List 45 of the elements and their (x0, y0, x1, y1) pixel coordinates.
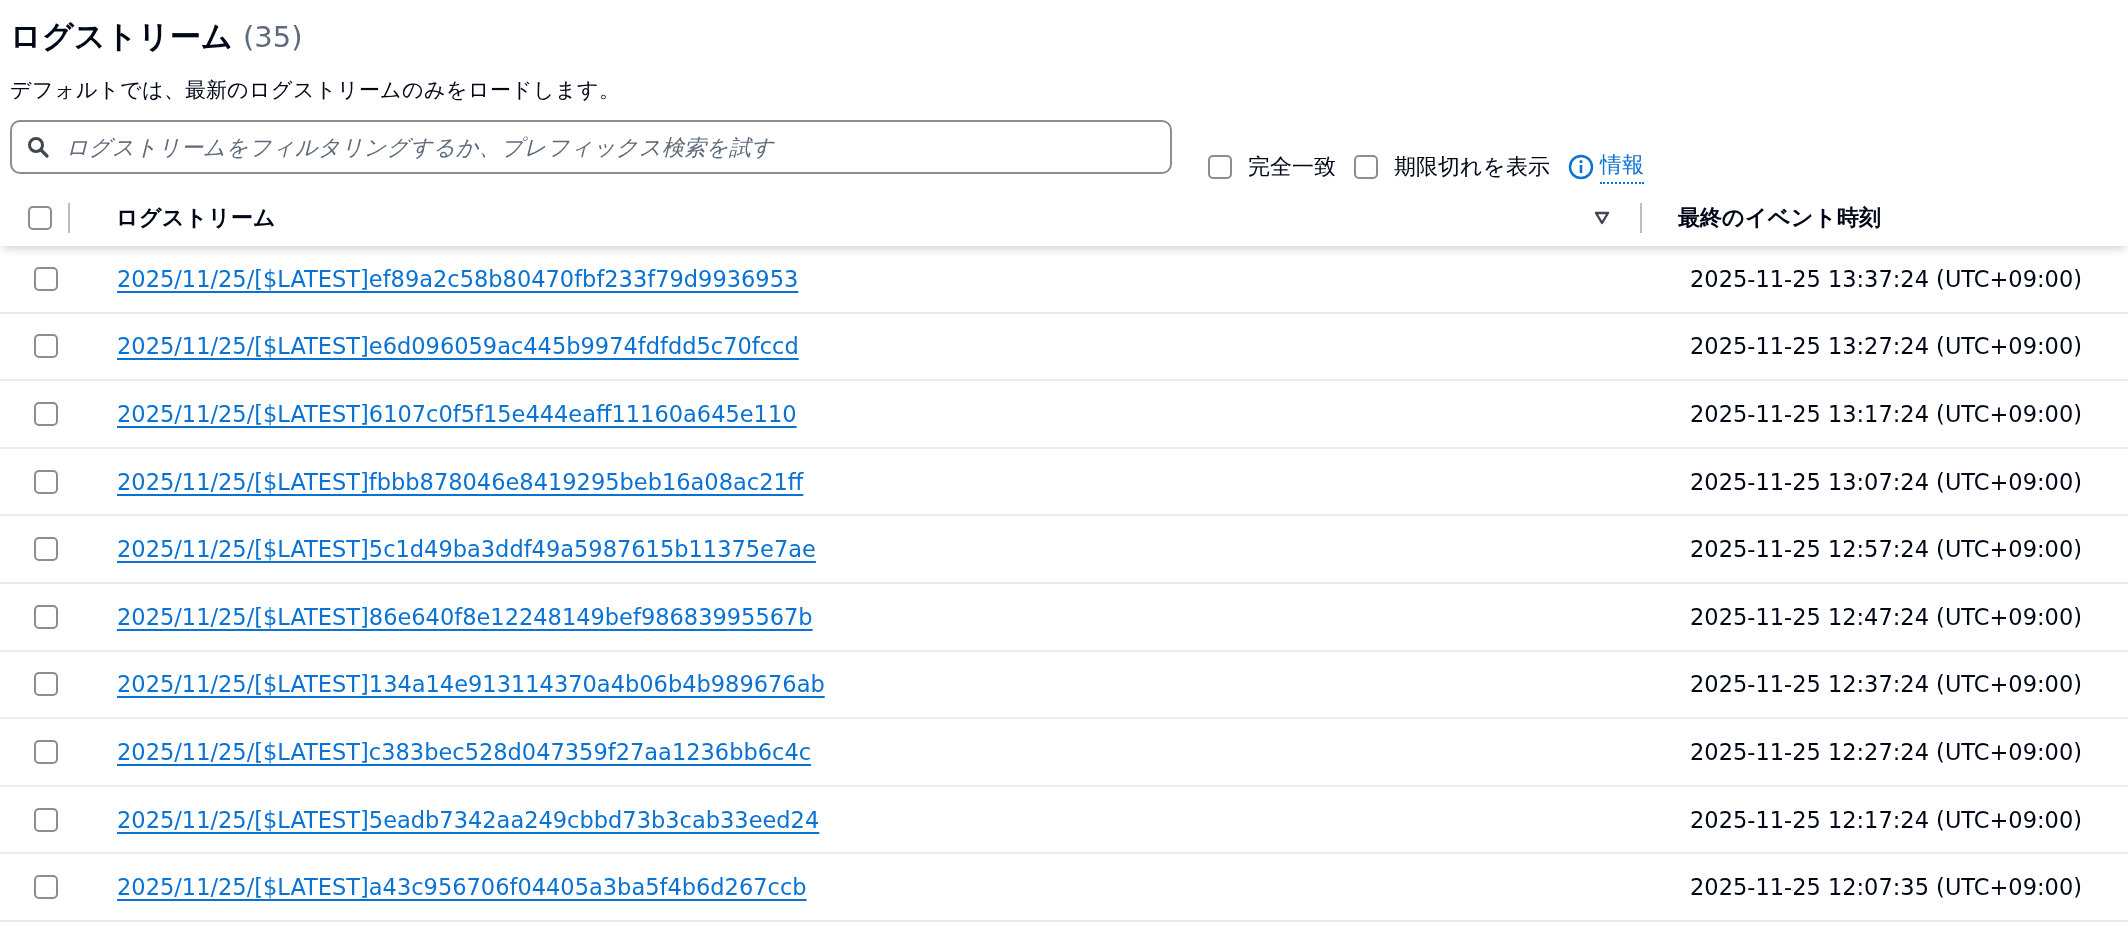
log-stream-link[interactable]: 2025/11/25/[$LATEST]5c1d49ba3ddf49a5987615b11375e7ae (117, 536, 816, 563)
option-label: 完全一致 (1248, 153, 1336, 181)
info-link[interactable]: 情報 (1600, 150, 1644, 184)
row-checkbox[interactable] (34, 739, 58, 764)
row-checkbox[interactable] (34, 604, 58, 629)
select-all-checkbox[interactable] (28, 206, 52, 230)
checkbox[interactable] (1208, 155, 1232, 179)
stream-count: (35) (243, 20, 303, 54)
row-checkbox[interactable] (34, 402, 58, 426)
column-header[interactable]: 最終のイベント時刻 (1678, 203, 1881, 233)
row-checkbox[interactable] (34, 537, 58, 562)
option-label: 期限切れを表示 (1394, 153, 1550, 181)
log-stream-link[interactable]: 2025/11/25/[$LATEST]134a14e913114370a4b06b4b989676ab (117, 671, 825, 698)
row-checkbox[interactable] (34, 266, 58, 291)
description-text: デフォルトでは、最新のログストリームのみをロードします。 (10, 77, 621, 104)
info-icon (1568, 154, 1594, 180)
log-stream-link[interactable]: 2025/11/25/[$LATEST]ef89a2c58b80470fbf233f79d9936953 (117, 265, 799, 292)
search-field[interactable]: ログストリームをフィルタリングするか、プレフィックス検索を試す (10, 120, 1172, 174)
row-checkbox[interactable] (34, 672, 58, 697)
event-time: 2025-11-25 12:17:24 (UTC+09:00) (1690, 806, 2082, 833)
event-time: 2025-11-25 13:07:24 (UTC+09:00) (1690, 468, 2082, 495)
row-checkbox[interactable] (34, 807, 58, 832)
event-time: 2025-11-25 13:17:24 (UTC+09:00) (1690, 401, 2082, 427)
event-time: 2025-11-25 12:07:35 (UTC+09:00) (1690, 874, 2082, 901)
log-stream-link[interactable]: 2025/11/25/[$LATEST]c383bec528d047359f27aa1236bb6c4c (117, 738, 812, 765)
section-title: ログストリーム (10, 17, 233, 56)
checkbox[interactable] (1354, 155, 1378, 179)
event-time: 2025-11-25 13:27:24 (UTC+09:00) (1690, 333, 2082, 360)
event-time: 2025-11-25 12:47:24 (UTC+09:00) (1690, 603, 2082, 630)
log-stream-link[interactable]: 2025/11/25/[$LATEST]5eadb7342aa249cbbd73b3cab33eed24 (117, 806, 820, 833)
row-checkbox[interactable] (34, 875, 58, 900)
event-time: 2025-11-25 12:57:24 (UTC+09:00) (1690, 536, 2082, 563)
row-checkbox[interactable] (34, 469, 58, 494)
log-stream-link[interactable]: 2025/11/25/[$LATEST]86e640f8e12248149bef98683995567b (117, 603, 813, 630)
event-time: 2025-11-25 12:37:24 (UTC+09:00) (1690, 671, 2082, 698)
log-stream-link[interactable]: 2025/11/25/[$LATEST]a43c956706f04405a3ba5f4b6d267ccb (117, 874, 807, 901)
log-stream-link[interactable]: 2025/11/25/[$LATEST]6107c0f5f15e444eaff11160a645e110 (117, 401, 797, 427)
event-time: 2025-11-25 13:37:24 (UTC+09:00) (1690, 265, 2082, 292)
event-time: 2025-11-25 12:27:24 (UTC+09:00) (1690, 738, 2082, 765)
search-icon (26, 135, 50, 159)
row-checkbox[interactable] (34, 334, 58, 359)
log-stream-link[interactable]: 2025/11/25/[$LATEST]e6d096059ac445b9974fdfdd5c70fccd (117, 333, 799, 360)
sort-icon[interactable] (1594, 211, 1610, 225)
log-stream-link[interactable]: 2025/11/25/[$LATEST]fbbb878046e8419295beb16a08ac21ff (117, 468, 804, 495)
column-header[interactable]: ログストリーム (116, 203, 276, 233)
